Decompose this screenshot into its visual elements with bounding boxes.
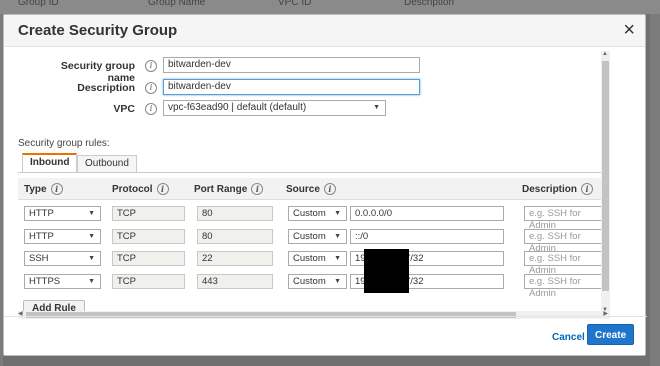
vpc-select[interactable]: vpc-f63ead90 | default (default) ▼ — [163, 100, 386, 116]
info-icon[interactable]: i — [323, 183, 336, 195]
rule-description-input[interactable]: e.g. SSH for Admin — [524, 206, 604, 231]
rule-type-value: HTTP — [29, 231, 54, 242]
info-icon[interactable]: i — [145, 103, 157, 115]
rule-type-select[interactable]: HTTP ▼ — [24, 229, 101, 244]
rule-type-select[interactable]: HTTP ▼ — [24, 206, 101, 221]
col-port-range-label: Port Range — [194, 184, 248, 195]
info-icon[interactable]: i — [145, 82, 157, 94]
rule-port-field: 80 — [197, 229, 273, 244]
rule-source-type-value: Custom — [293, 276, 326, 287]
info-icon[interactable]: i — [145, 60, 157, 72]
rule-source-type-select[interactable]: Custom ▼ — [288, 229, 347, 244]
footer-divider — [4, 316, 647, 317]
background-right-strip — [650, 14, 660, 366]
bg-col-description: Description — [404, 0, 455, 8]
col-type: Type i — [24, 183, 63, 195]
rule-source-type-select[interactable]: Custom ▼ — [288, 274, 347, 289]
rule-source-type-value: Custom — [293, 208, 326, 219]
description-input[interactable]: bitwarden-dev — [163, 79, 420, 95]
rule-protocol-field: TCP — [112, 274, 185, 289]
info-icon[interactable]: i — [50, 183, 63, 195]
background-table-header: Group ID Group Name VPC ID Description — [0, 0, 660, 14]
rule-protocol-field: TCP — [112, 229, 185, 244]
chevron-down-icon: ▼ — [88, 255, 95, 262]
rule-source-type-select[interactable]: Custom ▼ — [288, 251, 347, 266]
tab-inbound[interactable]: Inbound — [22, 153, 78, 173]
col-type-label: Type — [24, 184, 47, 195]
chevron-down-icon: ▼ — [88, 278, 95, 285]
col-description-label: Description — [522, 184, 578, 195]
scroll-up-icon[interactable]: ▲ — [602, 51, 608, 57]
rule-protocol-field: TCP — [112, 251, 185, 266]
chevron-down-icon: ▼ — [334, 278, 341, 285]
rule-type-value: SSH — [29, 253, 49, 264]
dialog-header: Create Security Group × — [4, 15, 645, 47]
vpc-select-value: vpc-f63ead90 | default (default) — [168, 102, 307, 113]
rule-type-select[interactable]: HTTPS ▼ — [24, 274, 101, 289]
col-port-range: Port Range i — [194, 183, 264, 195]
col-protocol: Protocol i — [112, 183, 169, 195]
info-icon[interactable]: i — [251, 183, 264, 195]
rule-type-value: HTTPS — [29, 276, 61, 287]
dialog-title: Create Security Group — [18, 22, 178, 39]
bg-col-vpc-id: VPC ID — [278, 0, 312, 8]
chevron-down-icon: ▼ — [88, 233, 95, 240]
rule-protocol-field: TCP — [112, 206, 185, 221]
col-protocol-label: Protocol — [112, 184, 153, 195]
rule-source-type-value: Custom — [293, 231, 326, 242]
col-source: Source i — [286, 183, 336, 195]
rule-port-field: 80 — [197, 206, 273, 221]
vertical-scrollbar-thumb[interactable] — [602, 61, 609, 291]
chevron-down-icon: ▼ — [88, 210, 95, 217]
rule-source-input[interactable]: ::/0 — [350, 229, 504, 244]
rules-table-header: Type i Protocol i Port Range i Source i Desc… — [18, 178, 604, 200]
rules-caption: Security group rules: — [18, 138, 110, 149]
rule-description-input[interactable]: e.g. SSH for Admin — [524, 229, 604, 254]
description-label: Description — [77, 82, 135, 94]
redaction-block — [364, 249, 409, 293]
rule-source-input[interactable]: 0.0.0.0/0 — [350, 206, 504, 221]
create-security-group-dialog: Create Security Group × Security group n… — [3, 14, 647, 356]
chevron-down-icon: ▼ — [334, 210, 341, 217]
horizontal-scrollbar-thumb[interactable] — [26, 312, 516, 318]
rule-type-value: HTTP — [29, 208, 54, 219]
rules-table: Type i Protocol i Port Range i Source i Desc… — [18, 173, 604, 317]
bg-col-group-id: Group ID — [18, 0, 59, 8]
rule-port-field: 443 — [197, 274, 273, 289]
create-button[interactable]: Create — [587, 324, 635, 345]
security-group-name-input[interactable]: bitwarden-dev — [163, 57, 420, 73]
tab-outbound[interactable]: Outbound — [77, 155, 137, 173]
rule-type-select[interactable]: SSH ▼ — [24, 251, 101, 266]
info-icon[interactable]: i — [581, 183, 594, 195]
col-source-label: Source — [286, 184, 320, 195]
chevron-down-icon: ▼ — [334, 233, 341, 240]
rule-port-field: 22 — [197, 251, 273, 266]
rule-description-input[interactable]: e.g. SSH for Admin — [524, 274, 604, 299]
vpc-label: VPC — [113, 103, 135, 115]
bg-col-group-name: Group Name — [148, 0, 206, 8]
rule-source-type-value: Custom — [293, 253, 326, 264]
info-icon[interactable]: i — [156, 183, 169, 195]
security-group-name-label: Security group name — [60, 60, 135, 84]
vertical-scrollbar[interactable]: ▲ ▼ — [601, 51, 610, 315]
col-description: Description i — [522, 183, 594, 195]
rule-description-input[interactable]: e.g. SSH for Admin — [524, 251, 604, 276]
horizontal-scrollbar[interactable]: ◀ ▶ — [18, 311, 610, 319]
rule-source-type-select[interactable]: Custom ▼ — [288, 206, 347, 221]
cancel-button[interactable]: Cancel — [552, 332, 585, 343]
close-icon[interactable]: × — [623, 19, 635, 41]
chevron-down-icon: ▼ — [373, 104, 380, 111]
chevron-down-icon: ▼ — [334, 255, 341, 262]
